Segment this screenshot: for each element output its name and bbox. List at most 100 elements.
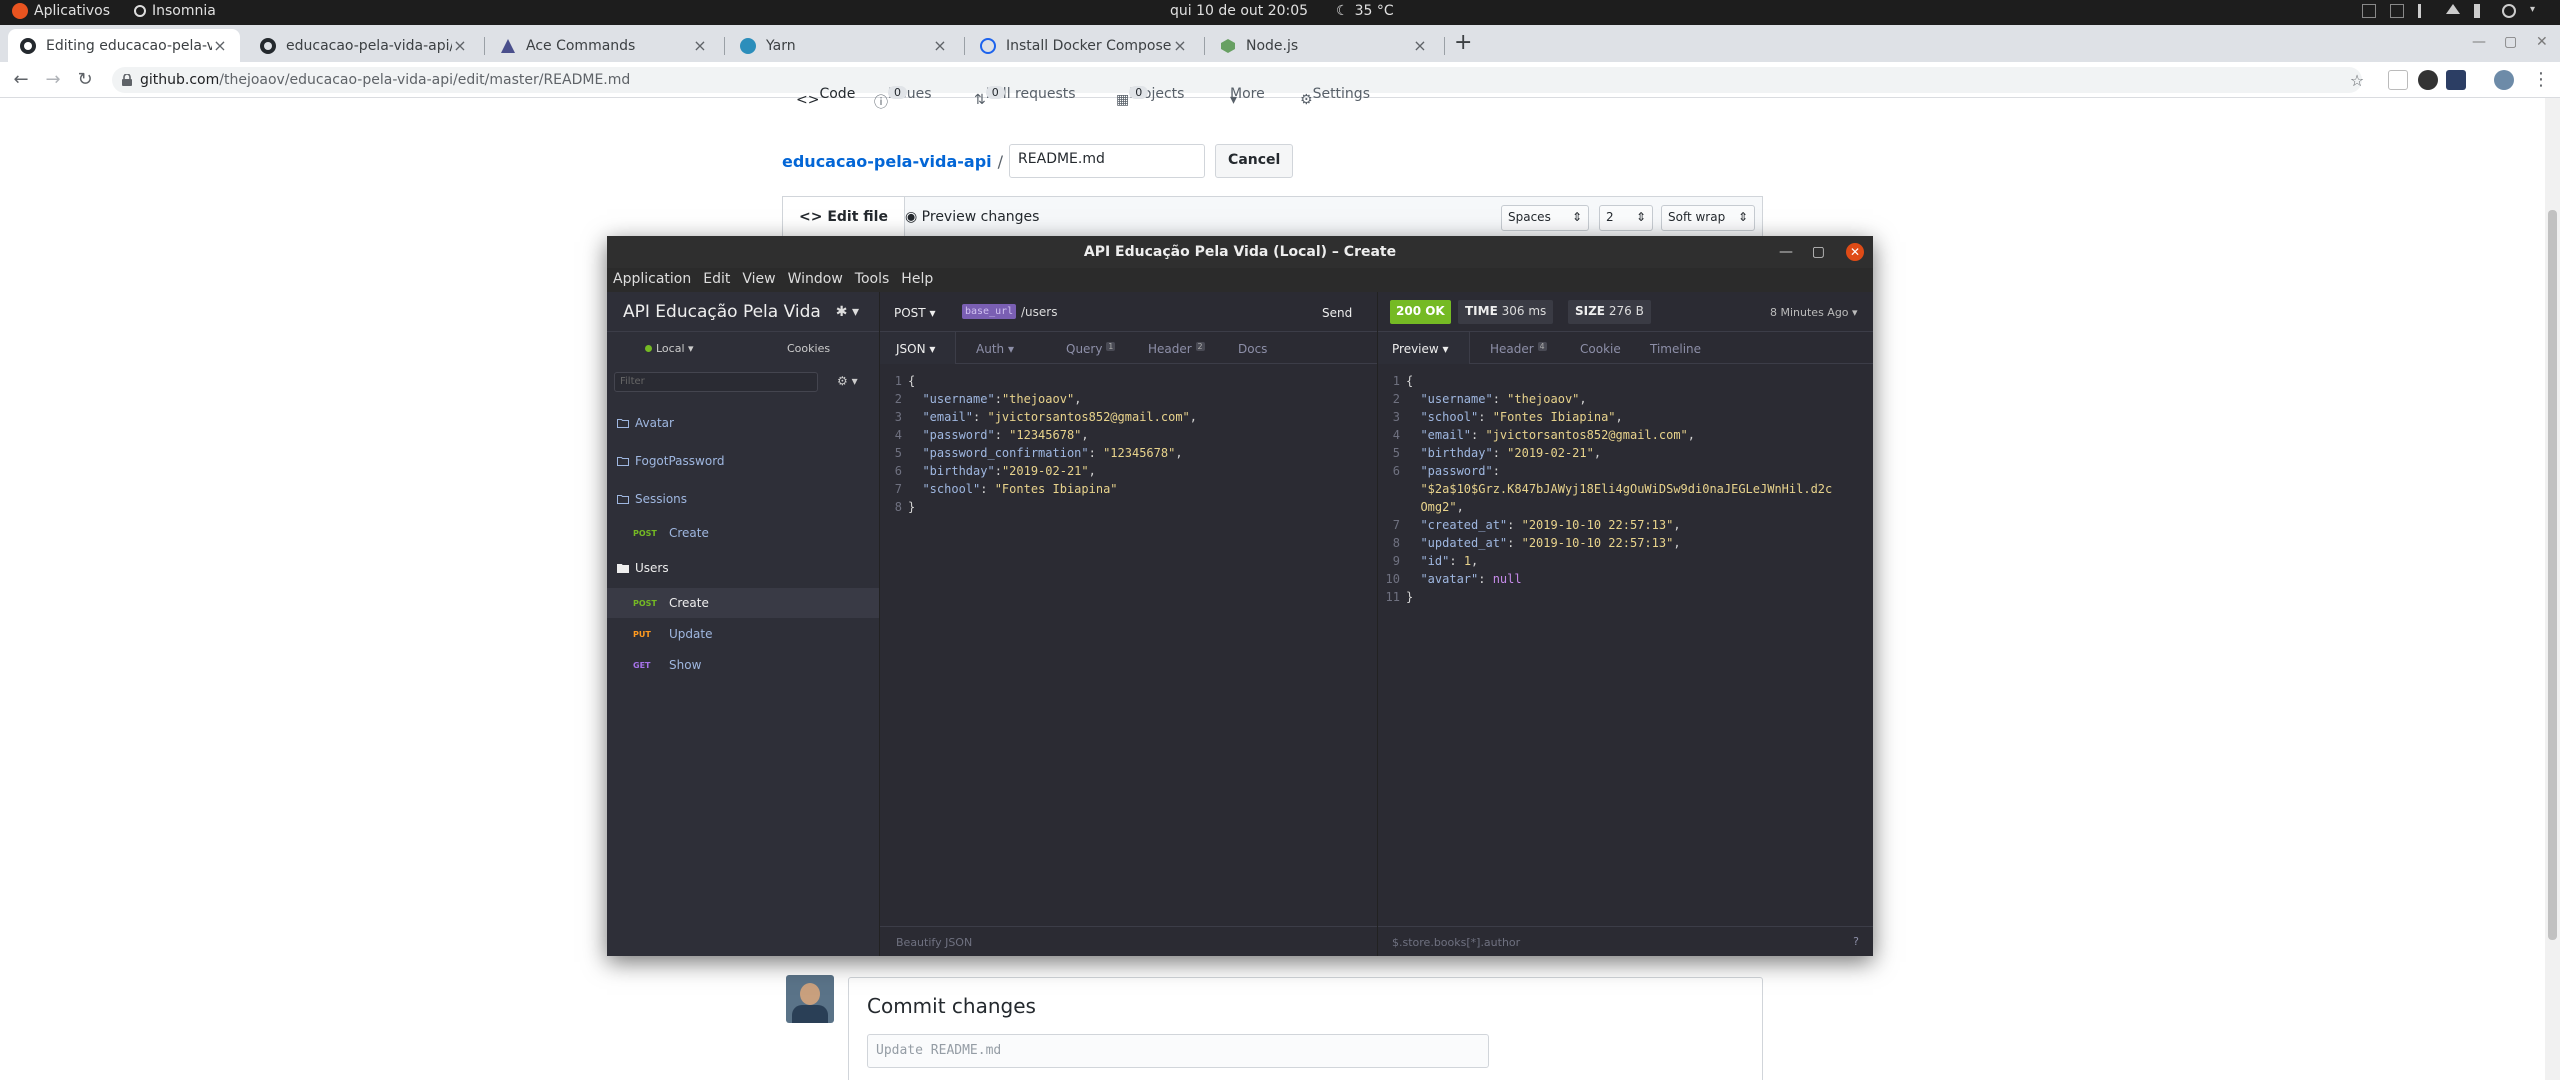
env-variable-tag[interactable]: base_url [962,304,1017,319]
tab-timeline[interactable]: Timeline [1650,342,1701,356]
close-icon[interactable]: × [212,36,228,55]
close-icon[interactable]: × [932,36,948,55]
extension-icon[interactable] [2446,70,2466,90]
browser-tab-active[interactable]: Editing educacao-pela-vida-api/README.md… [8,29,240,62]
tab-preview[interactable]: Preview ▾ [1392,342,1449,356]
sidebar-request-users-show[interactable]: GET Show [607,650,879,680]
sidebar-folder-sessions[interactable]: Sessions [607,484,879,514]
sidebar-request-sessions-create[interactable]: POST Create [607,518,879,548]
system-menu-chevron-icon[interactable]: ▾ [2530,4,2544,18]
method-dropdown[interactable]: POST ▾ [894,306,935,320]
sidebar-request-users-create[interactable]: POST Create [607,588,879,618]
power-icon[interactable] [2502,4,2516,18]
new-tab-button[interactable]: + [1454,30,1472,55]
request-body-editor[interactable]: 1{2 "username":"thejoaov", 3 "email": "jv… [880,372,1377,516]
workspace-dropdown[interactable]: API Educação Pela Vida ✱ ▾ [607,292,879,332]
close-icon[interactable]: × [452,36,468,55]
cookies-button[interactable]: Cookies [787,342,830,355]
close-icon[interactable]: × [1412,36,1428,55]
browser-tab[interactable]: Ace Commands × [488,29,720,62]
sidebar-folder-forgot-password[interactable]: FogotPassword [607,446,879,476]
filename-input[interactable]: README.md [1009,144,1206,178]
sidebar-request-users-update[interactable]: PUT Update [607,619,879,649]
gear-icon[interactable]: ⚙ ▾ [837,374,858,388]
page-scrollbar[interactable] [2545,98,2560,1080]
tab-preview-changes[interactable]: ◉ Preview changes [905,197,1039,237]
environment-dropdown[interactable]: Local ▾ [645,342,694,355]
wrap-mode-select[interactable]: Soft wrap ⇕ [1661,205,1755,231]
forward-button[interactable]: → [42,69,64,91]
tab-code[interactable]: <> Code [796,86,855,108]
maximize-window-button[interactable]: ▢ [2504,34,2517,50]
json-punct: : [973,410,988,424]
workspace-settings-icon[interactable]: ✱ ▾ [836,304,859,320]
code-line: Omg2", [1378,498,1873,516]
tab-query[interactable]: Query 1 [1066,342,1116,356]
tab-pull-requests[interactable]: ⇅ Pull requests 0 [974,86,1076,108]
tab-header[interactable]: Header 2 [1148,342,1205,356]
tab-more[interactable]: More ▾ [1230,86,1265,108]
scrollbar-thumb[interactable] [2548,210,2557,940]
menu-help[interactable]: Help [895,268,939,292]
browser-tab[interactable]: Node.js × [1208,29,1440,62]
tab-response-header[interactable]: Header 4 [1490,342,1547,356]
browser-menu-icon[interactable]: ⋮ [2530,69,2552,91]
tab-issues[interactable]: ⓘ Issues 0 [874,86,932,112]
header-count: 2 [1195,342,1205,351]
url-path-input[interactable]: /users [1021,305,1057,319]
repo-link[interactable]: educacao-pela-vida-api [782,152,992,171]
tab-settings[interactable]: ⚙ Settings [1300,86,1370,108]
tab-projects[interactable]: ▦ Projects 0 [1116,86,1184,108]
minimize-button[interactable]: — [1779,236,1793,268]
reload-button[interactable]: ↻ [74,69,96,91]
menu-application[interactable]: Application [607,268,697,292]
cancel-button[interactable]: Cancel [1215,144,1294,178]
folder-label: Avatar [635,416,674,430]
sidebar-folder-avatar[interactable]: Avatar [607,408,879,438]
browser-tab[interactable]: educacao-pela-vida-api/index.js × [248,29,480,62]
tab-edit-file[interactable]: <> Edit file [783,197,905,237]
maximize-button[interactable]: ▢ [1812,236,1825,268]
send-button[interactable]: Send [1322,306,1352,320]
app-menu[interactable]: Insomnia [134,3,216,19]
commit-message-input[interactable]: Update README.md [867,1034,1489,1068]
network-icon[interactable] [2446,4,2460,14]
volume-icon[interactable] [2474,4,2488,18]
menu-tools[interactable]: Tools [849,268,896,292]
close-icon[interactable]: × [1172,36,1188,55]
response-pane: 200 OK TIME 306 ms SIZE 276 B 8 Minutes … [1377,292,1873,956]
download-extension-icon[interactable] [2418,70,2438,90]
tray-app-icon[interactable] [2362,4,2376,18]
response-body-viewer[interactable]: 1{2 "username": "thejoaov", 3 "school": "… [1378,372,1873,606]
tray-indicator-icon[interactable] [2418,4,2432,18]
tray-app-icon[interactable] [2390,4,2404,18]
menu-edit[interactable]: Edit [697,268,736,292]
clock[interactable]: qui 10 de out 20:05 [1170,3,1308,19]
browser-tab[interactable]: Yarn × [728,29,960,62]
close-window-button[interactable]: ✕ [2536,34,2548,50]
response-filter-input[interactable]: $.store.books[*].author [1392,936,1520,949]
profile-avatar[interactable] [2494,70,2514,90]
filter-input[interactable]: Filter [614,372,818,392]
help-icon[interactable]: ? [1853,935,1859,948]
close-icon[interactable]: × [692,36,708,55]
beautify-json-button[interactable]: Beautify JSON [896,936,972,949]
back-button[interactable]: ← [10,69,32,91]
browser-tab[interactable]: Install Docker Compose | Docker Document… [968,29,1200,62]
activities-menu[interactable]: Aplicativos [12,3,110,19]
history-dropdown[interactable]: 8 Minutes Ago ▾ [1770,306,1858,319]
menu-window[interactable]: Window [782,268,849,292]
minimize-window-button[interactable]: — [2472,34,2486,50]
indent-mode-select[interactable]: Spaces ⇕ [1501,205,1589,231]
menu-view[interactable]: View [736,268,781,292]
weather-indicator[interactable]: ☾ 35 °C [1336,3,1394,19]
indent-size-select[interactable]: 2 ⇕ [1599,205,1653,231]
tab-body[interactable]: JSON ▾ [896,342,935,356]
sidebar-folder-users[interactable]: Users [607,553,879,583]
tab-cookie[interactable]: Cookie [1580,342,1621,356]
extension-icon[interactable] [2388,70,2408,90]
close-button[interactable]: ✕ [1846,243,1864,261]
bookmark-star-icon[interactable]: ☆ [2346,70,2368,92]
tab-auth[interactable]: Auth ▾ [976,342,1014,356]
tab-docs[interactable]: Docs [1238,342,1267,356]
